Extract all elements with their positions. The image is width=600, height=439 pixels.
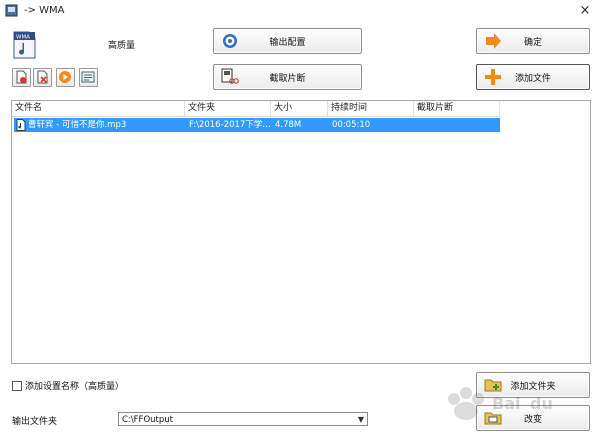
output-folder-value: C:\FFOutput: [122, 415, 173, 425]
svg-text:WMA: WMA: [16, 35, 30, 41]
cell-clip: [415, 118, 500, 132]
media-info-icon: [81, 71, 95, 83]
output-folder-label: 输出文件夹: [12, 417, 58, 427]
add-setting-name-option[interactable]: 添加设置名称（高质量）: [12, 379, 124, 392]
add-file-label: 添加文件: [514, 73, 551, 84]
column-header-folder[interactable]: 文件夹: [185, 101, 271, 116]
clear-list-icon: [37, 70, 48, 84]
table-row[interactable]: 曹轩宾 - 可惜不是你.mp3 F:\2016-2017下学… 4.78M 00…: [14, 118, 500, 132]
play-button[interactable]: [56, 68, 75, 87]
chevron-down-icon: ▼: [357, 415, 364, 424]
add-setting-name-checkbox[interactable]: [12, 380, 22, 391]
confirm-label: 确定: [523, 37, 542, 48]
file-list[interactable]: 文件名 文件夹 大小 持续时间 截取片断 曹轩宾 - 可惜不是你.mp3 F:\…: [11, 100, 591, 364]
column-header-name[interactable]: 文件名: [12, 101, 185, 116]
clip-button[interactable]: 截取片断: [213, 64, 362, 90]
column-header-duration[interactable]: 持续时间: [328, 101, 414, 116]
cell-folder: F:\2016-2017下学…: [189, 120, 271, 130]
remove-file-icon: [16, 70, 27, 84]
svg-text:Bai: Bai: [492, 394, 520, 413]
output-folder-select[interactable]: C:\FFOutput ▼: [118, 412, 368, 426]
remove-file-button[interactable]: [12, 68, 31, 87]
output-config-label: 输出配置: [269, 37, 306, 48]
plus-icon: [485, 69, 501, 85]
quality-label: 高质量: [108, 41, 136, 51]
list-header: 文件名 文件夹 大小 持续时间 截取片断: [12, 101, 500, 117]
arrow-right-icon: [486, 33, 501, 49]
window-title: -> WMA: [24, 5, 65, 16]
close-button[interactable]: ×: [576, 2, 594, 20]
cell-size: 4.78M: [275, 120, 302, 130]
output-config-button[interactable]: 输出配置: [213, 28, 362, 54]
gear-icon: [223, 34, 237, 48]
wma-file-icon: WMA: [13, 31, 36, 59]
cell-name: 曹轩宾 - 可惜不是你.mp3: [28, 120, 127, 130]
media-info-button[interactable]: [79, 68, 98, 87]
cell-duration: 00:05:10: [332, 120, 371, 130]
title-bar: -> WMA ×: [0, 0, 600, 22]
play-icon: [59, 71, 71, 83]
clip-label: 截取片断: [269, 73, 306, 84]
confirm-button[interactable]: 确定: [476, 28, 590, 54]
baidu-watermark: Bai du: [448, 387, 553, 420]
clip-icon: [221, 68, 239, 84]
svg-text:du: du: [530, 394, 553, 413]
add-setting-name-label: 添加设置名称（高质量）: [25, 382, 125, 392]
column-header-size[interactable]: 大小: [271, 101, 328, 116]
clear-list-button[interactable]: [33, 68, 52, 87]
app-icon: [5, 4, 18, 17]
add-file-button[interactable]: 添加文件: [476, 64, 590, 90]
column-header-clip[interactable]: 截取片断: [414, 101, 500, 116]
